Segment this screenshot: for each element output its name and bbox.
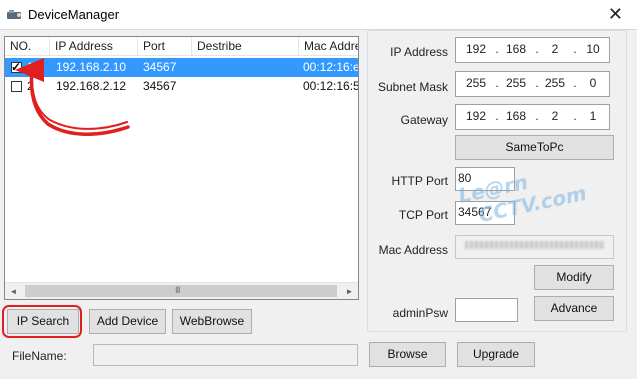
same-to-pc-button[interactable]: SameToPc: [455, 135, 614, 160]
gateway-field[interactable]: 192 . 168 . 2 . 1: [455, 104, 610, 130]
row-port: 34567: [143, 60, 177, 74]
ip-octet-3[interactable]: 2: [540, 42, 570, 56]
column-header-no[interactable]: NO.: [5, 37, 50, 56]
device-list[interactable]: NO. IP Address Port Destribe Mac Address…: [4, 36, 359, 300]
subnet-mask-field[interactable]: 255 . 255 . 255 . 0: [455, 71, 610, 97]
row-mac: 00:12:16:5: [303, 79, 359, 93]
ip-address-field[interactable]: 192 . 168 . 2 . 10: [455, 37, 610, 63]
row-no: 2: [27, 79, 34, 93]
gateway-octet-3[interactable]: 2: [540, 109, 570, 123]
mask-octet-4[interactable]: 0: [578, 76, 608, 90]
gateway-octet-2[interactable]: 168: [501, 109, 531, 123]
window-title: DeviceManager: [28, 7, 120, 22]
ip-octet-2[interactable]: 168: [501, 42, 531, 56]
octet-separator: .: [495, 76, 499, 90]
mac-address-label: Mac Address: [378, 243, 448, 257]
ip-octet-1[interactable]: 192: [461, 42, 491, 56]
column-header-describe[interactable]: Destribe: [192, 37, 299, 56]
subnet-mask-label: Subnet Mask: [377, 80, 448, 94]
list-header: NO. IP Address Port Destribe Mac Address: [5, 37, 358, 56]
admin-psw-label: adminPsw: [392, 306, 448, 320]
watermark-logo: Le@rn CCTV.com: [456, 170, 588, 224]
row-checkbox[interactable]: [11, 81, 22, 92]
row-no: 1: [27, 60, 34, 74]
grip-icon: III: [175, 285, 180, 295]
filename-field[interactable]: [93, 344, 358, 366]
app-icon: [7, 10, 21, 19]
ip-octet-4[interactable]: 10: [578, 42, 608, 56]
ip-address-label: IP Address: [390, 45, 448, 59]
http-port-label: HTTP Port: [391, 174, 448, 188]
row-ip: 192.168.2.12: [56, 79, 127, 93]
browse-button[interactable]: Browse: [369, 342, 446, 367]
mask-octet-1[interactable]: 255: [461, 76, 491, 90]
column-header-ip[interactable]: IP Address: [50, 37, 138, 56]
octet-separator: .: [495, 109, 499, 123]
table-row[interactable]: ✓ 1 192.168.2.10 34567 00:12:16:e: [5, 58, 359, 77]
add-device-button[interactable]: Add Device: [89, 309, 166, 334]
row-port: 34567: [143, 79, 177, 93]
check-icon: ✓: [11, 60, 22, 74]
advance-button[interactable]: Advance: [534, 296, 614, 321]
column-header-mac[interactable]: Mac Address: [299, 37, 358, 56]
gateway-label: Gateway: [400, 113, 448, 127]
table-row[interactable]: 2 192.168.2.12 34567 00:12:16:5: [5, 77, 359, 96]
horizontal-scrollbar[interactable]: ◄ III ►: [5, 282, 358, 299]
scrollbar-thumb[interactable]: III: [25, 285, 337, 297]
modify-button[interactable]: Modify: [534, 265, 614, 290]
scroll-left-icon[interactable]: ◄: [5, 283, 22, 299]
title-bar: DeviceManager ✕: [0, 0, 637, 30]
row-checkbox[interactable]: ✓: [11, 60, 22, 74]
scroll-right-icon[interactable]: ►: [341, 283, 358, 299]
mask-octet-2[interactable]: 255: [501, 76, 531, 90]
column-header-port[interactable]: Port: [138, 37, 192, 56]
octet-separator: .: [495, 42, 499, 56]
ip-search-button[interactable]: IP Search: [7, 309, 79, 334]
row-ip: 192.168.2.10: [56, 60, 127, 74]
webbrowse-button[interactable]: WebBrowse: [172, 309, 252, 334]
gateway-octet-4[interactable]: 1: [578, 109, 608, 123]
admin-password-field[interactable]: [455, 298, 518, 322]
mac-address-redacted: [465, 241, 605, 249]
filename-label: FileName:: [12, 349, 67, 363]
row-mac: 00:12:16:e: [303, 60, 359, 74]
upgrade-button[interactable]: Upgrade: [457, 342, 535, 367]
gateway-octet-1[interactable]: 192: [461, 109, 491, 123]
tcp-port-label: TCP Port: [398, 208, 448, 222]
close-icon[interactable]: ✕: [608, 5, 623, 23]
mask-octet-3[interactable]: 255: [540, 76, 570, 90]
